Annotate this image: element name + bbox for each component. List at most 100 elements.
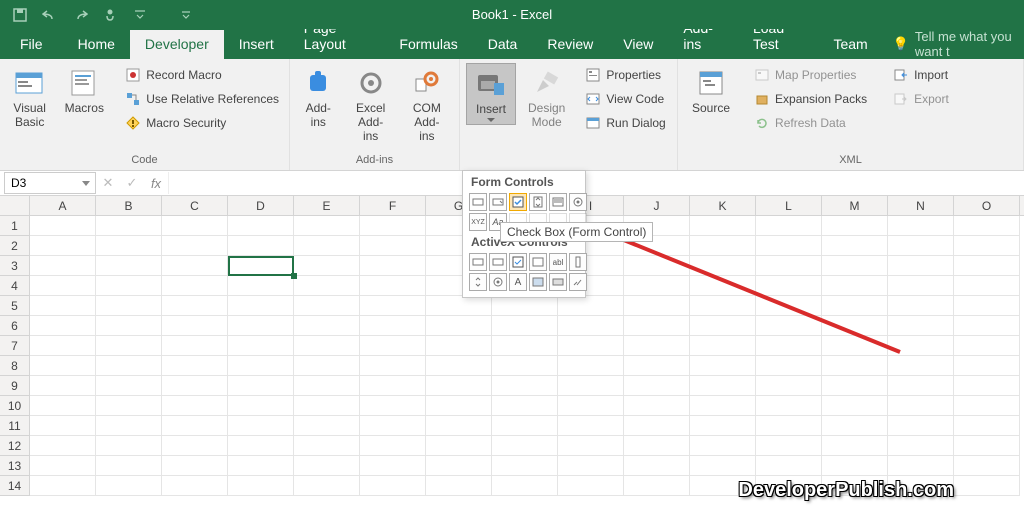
form-listbox-control[interactable] <box>549 193 567 211</box>
use-relative-button[interactable]: Use Relative References <box>121 89 283 109</box>
row-header[interactable]: 9 <box>0 376 30 396</box>
cell[interactable] <box>954 476 1020 496</box>
col-header[interactable]: E <box>294 196 360 215</box>
col-header[interactable]: J <box>624 196 690 215</box>
cell[interactable] <box>426 456 492 476</box>
cell[interactable] <box>822 316 888 336</box>
cell[interactable] <box>294 476 360 496</box>
cell[interactable] <box>888 456 954 476</box>
cell[interactable] <box>162 256 228 276</box>
cell[interactable] <box>888 336 954 356</box>
cell[interactable] <box>294 316 360 336</box>
cell[interactable] <box>162 236 228 256</box>
row-header[interactable]: 10 <box>0 396 30 416</box>
cell[interactable] <box>954 416 1020 436</box>
cell[interactable] <box>96 436 162 456</box>
cell[interactable] <box>228 316 294 336</box>
cell[interactable] <box>360 296 426 316</box>
cell[interactable] <box>228 356 294 376</box>
cell[interactable] <box>822 356 888 376</box>
cell[interactable] <box>690 236 756 256</box>
macro-security-button[interactable]: Macro Security <box>121 113 283 133</box>
cell[interactable] <box>954 356 1020 376</box>
view-code-button[interactable]: View Code <box>581 89 669 109</box>
cell[interactable] <box>888 216 954 236</box>
cell[interactable] <box>756 336 822 356</box>
cell[interactable] <box>888 416 954 436</box>
row-header[interactable]: 7 <box>0 336 30 356</box>
ax-toggle-control[interactable] <box>549 273 567 291</box>
cell[interactable] <box>294 276 360 296</box>
cell[interactable] <box>30 256 96 276</box>
cell[interactable] <box>756 256 822 276</box>
map-properties-button[interactable]: Map Properties <box>750 65 871 85</box>
cell[interactable] <box>162 316 228 336</box>
cell[interactable] <box>558 356 624 376</box>
cell[interactable] <box>558 456 624 476</box>
refresh-data-button[interactable]: Refresh Data <box>750 113 871 133</box>
cell[interactable] <box>888 236 954 256</box>
cell[interactable] <box>96 456 162 476</box>
cell[interactable] <box>162 336 228 356</box>
cell[interactable] <box>954 336 1020 356</box>
ax-more-control[interactable] <box>569 273 587 291</box>
cell[interactable] <box>624 296 690 316</box>
cell[interactable] <box>30 396 96 416</box>
cell[interactable] <box>360 356 426 376</box>
cell[interactable] <box>30 336 96 356</box>
cell[interactable] <box>690 296 756 316</box>
cell[interactable] <box>294 456 360 476</box>
cell[interactable] <box>558 476 624 496</box>
cell[interactable] <box>96 336 162 356</box>
cell[interactable] <box>954 396 1020 416</box>
row-header[interactable]: 4 <box>0 276 30 296</box>
tab-file[interactable]: File <box>0 30 63 59</box>
cell[interactable] <box>624 316 690 336</box>
design-mode-button[interactable]: Design Mode <box>520 63 573 129</box>
cell[interactable] <box>822 456 888 476</box>
com-addins-button[interactable]: COM Add-ins <box>401 63 453 143</box>
cell[interactable] <box>690 256 756 276</box>
cell[interactable] <box>624 376 690 396</box>
cell[interactable] <box>624 396 690 416</box>
cell[interactable] <box>294 396 360 416</box>
cell[interactable] <box>426 376 492 396</box>
cell[interactable] <box>954 276 1020 296</box>
cell[interactable] <box>492 376 558 396</box>
cell[interactable] <box>162 276 228 296</box>
cell[interactable] <box>162 296 228 316</box>
cell[interactable] <box>228 416 294 436</box>
cell[interactable] <box>294 436 360 456</box>
cell[interactable] <box>690 396 756 416</box>
cell[interactable] <box>96 416 162 436</box>
row-header[interactable]: 14 <box>0 476 30 496</box>
cell[interactable] <box>162 396 228 416</box>
cell[interactable] <box>228 456 294 476</box>
cell[interactable] <box>294 356 360 376</box>
cell[interactable] <box>888 316 954 336</box>
cell[interactable] <box>294 376 360 396</box>
cell[interactable] <box>756 376 822 396</box>
cancel-formula-button[interactable]: ✕ <box>96 175 120 191</box>
cell[interactable] <box>294 416 360 436</box>
cell[interactable] <box>426 296 492 316</box>
row-header[interactable]: 12 <box>0 436 30 456</box>
cell[interactable] <box>624 336 690 356</box>
cell[interactable] <box>162 476 228 496</box>
tab-insert[interactable]: Insert <box>224 30 289 59</box>
tab-home[interactable]: Home <box>63 30 130 59</box>
addins-button[interactable]: Add- ins <box>296 63 341 129</box>
formula-input[interactable] <box>168 172 1024 194</box>
cell[interactable] <box>360 396 426 416</box>
cell[interactable] <box>756 216 822 236</box>
cell[interactable] <box>492 296 558 316</box>
cell[interactable] <box>558 376 624 396</box>
cell[interactable] <box>492 416 558 436</box>
cell[interactable] <box>426 436 492 456</box>
cell[interactable] <box>888 296 954 316</box>
col-header[interactable]: O <box>954 196 1020 215</box>
cell[interactable] <box>624 456 690 476</box>
cell[interactable] <box>360 416 426 436</box>
cell[interactable] <box>30 456 96 476</box>
cell[interactable] <box>294 336 360 356</box>
